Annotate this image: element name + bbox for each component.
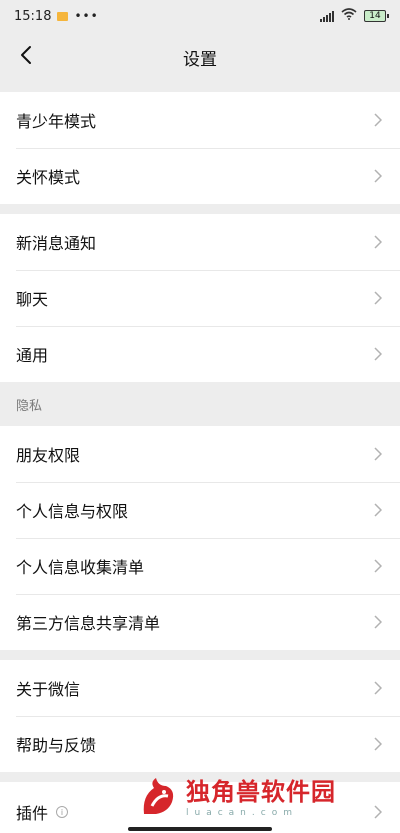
home-indicator	[128, 827, 272, 831]
settings-group-2: 新消息通知 聊天 通用	[0, 214, 400, 382]
chevron-right-icon	[372, 736, 384, 752]
chevron-right-icon	[372, 680, 384, 696]
settings-item-personal-info-collection[interactable]: 个人信息收集清单	[0, 538, 400, 594]
signal-icon	[320, 10, 334, 22]
watermark-name: 独角兽软件园	[186, 777, 336, 806]
settings-item-third-party-sharing[interactable]: 第三方信息共享清单	[0, 594, 400, 650]
settings-group-1: 青少年模式 关怀模式	[0, 92, 400, 204]
status-time: 15:18	[14, 8, 52, 24]
back-button[interactable]	[10, 41, 42, 73]
more-notifications-icon: •••	[74, 9, 99, 23]
section-header-privacy: 隐私	[16, 398, 43, 414]
watermark-logo	[136, 776, 180, 820]
page-title: 设置	[183, 49, 217, 70]
settings-item-about-wechat[interactable]: 关于微信	[0, 660, 400, 716]
settings-item-label: 个人信息收集清单	[16, 558, 145, 577]
settings-item-label: 个人信息与权限	[16, 502, 129, 521]
watermark-domain: luacan.com	[186, 808, 298, 818]
settings-item-label: 第三方信息共享清单	[16, 614, 161, 633]
status-right: 14	[320, 8, 389, 24]
settings-item-label: 帮助与反馈	[16, 736, 97, 755]
settings-item-chat[interactable]: 聊天	[0, 270, 400, 326]
settings-item-friend-permissions[interactable]: 朋友权限	[0, 426, 400, 482]
settings-item-label: 新消息通知	[16, 234, 97, 253]
battery-level: 14	[369, 11, 381, 21]
settings-item-label: 青少年模式	[16, 112, 97, 131]
settings-group-privacy: 朋友权限 个人信息与权限 个人信息收集清单 第三方信息共享清单	[0, 426, 400, 650]
chevron-right-icon	[372, 290, 384, 306]
settings-item-label: 插件	[16, 804, 49, 823]
chevron-right-icon	[372, 112, 384, 128]
chevron-right-icon	[372, 234, 384, 250]
status-bar: 15:18 ••• 14	[0, 0, 400, 32]
watermark: 独角兽软件园 luacan.com	[136, 773, 386, 823]
settings-item-general[interactable]: 通用	[0, 326, 400, 382]
settings-item-label: 朋友权限	[16, 446, 81, 465]
chevron-right-icon	[372, 502, 384, 518]
chevron-right-icon	[372, 346, 384, 362]
settings-item-notifications[interactable]: 新消息通知	[0, 214, 400, 270]
watermark-text: 独角兽软件园 luacan.com	[186, 777, 336, 819]
nav-bar: 设置	[0, 32, 400, 82]
settings-item-plugins-label-wrap: 插件 i	[16, 800, 69, 824]
settings-item-help-feedback[interactable]: 帮助与反馈	[0, 716, 400, 772]
settings-item-label: 关怀模式	[16, 168, 81, 187]
settings-group-about: 关于微信 帮助与反馈	[0, 660, 400, 772]
chevron-left-icon	[20, 45, 32, 69]
chevron-right-icon	[372, 558, 384, 574]
chevron-right-icon	[372, 446, 384, 462]
message-notification-icon	[57, 11, 69, 21]
chevron-right-icon	[372, 614, 384, 630]
settings-item-personal-info-permissions[interactable]: 个人信息与权限	[0, 482, 400, 538]
status-left: 15:18 •••	[14, 9, 99, 24]
settings-item-label: 通用	[16, 346, 49, 365]
chevron-right-icon	[372, 168, 384, 184]
wifi-icon	[341, 8, 357, 24]
settings-item-care-mode[interactable]: 关怀模式	[0, 148, 400, 204]
settings-item-label: 聊天	[16, 290, 49, 309]
settings-item-label: 关于微信	[16, 680, 81, 699]
settings-item-teen-mode[interactable]: 青少年模式	[0, 92, 400, 148]
battery-icon: 14	[364, 10, 389, 22]
info-icon: i	[56, 806, 69, 818]
